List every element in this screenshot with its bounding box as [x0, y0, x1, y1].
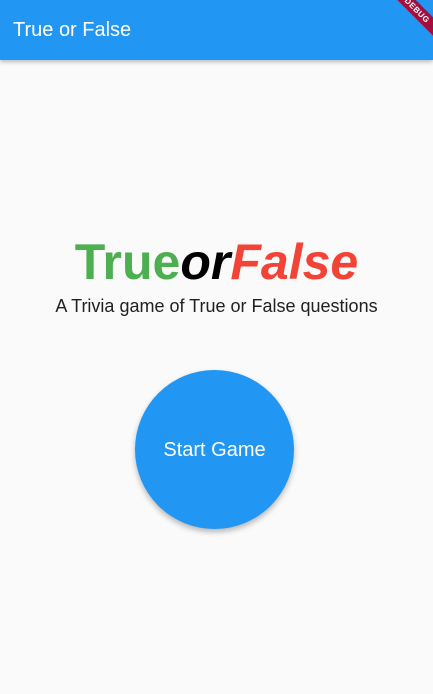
start-game-button-label: Start Game — [163, 438, 266, 461]
game-subtitle: A Trivia game of True or False questions — [55, 296, 378, 316]
game-logo: TrueorFalse — [0, 232, 433, 292]
logo-or-text: or — [180, 234, 231, 290]
app-bar: True or False — [0, 0, 433, 60]
logo-false-text: False — [230, 234, 359, 290]
logo-true-text: True — [74, 234, 181, 290]
start-game-button[interactable]: Start Game — [135, 370, 294, 529]
app-bar-title: True or False — [13, 19, 132, 41]
